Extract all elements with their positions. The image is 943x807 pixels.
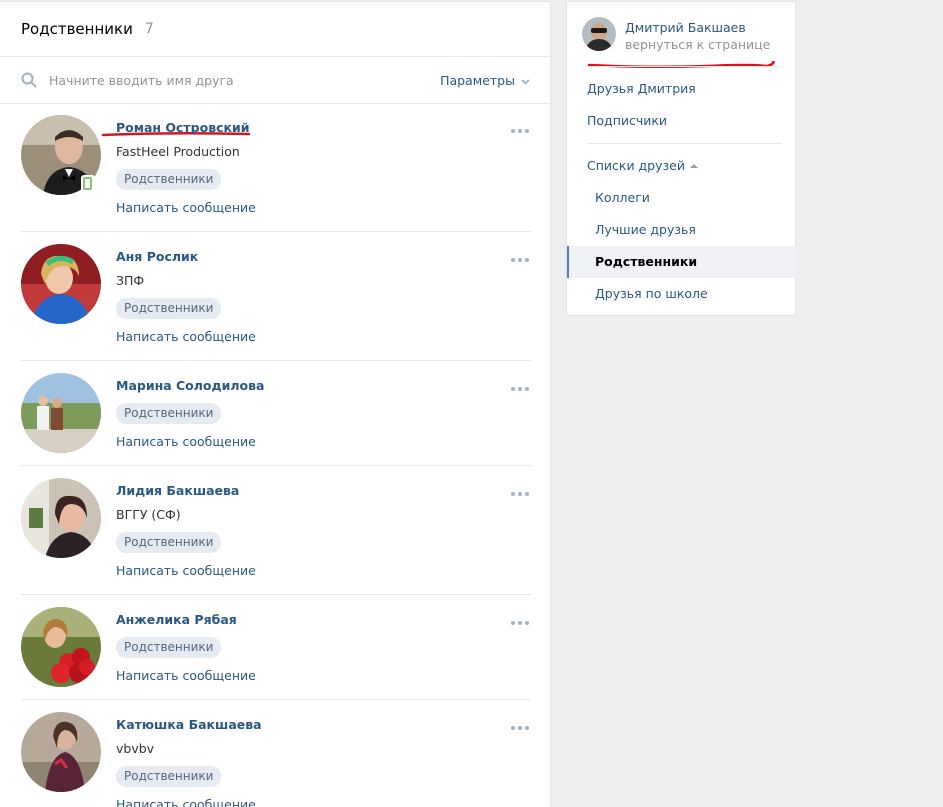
friend-lists-label: Списки друзей <box>587 158 685 173</box>
row-divider <box>21 465 531 466</box>
list-badge[interactable]: Родственники <box>116 766 222 787</box>
caret-up-icon <box>689 164 698 168</box>
more-actions-icon[interactable] <box>511 492 529 496</box>
avatar[interactable] <box>21 712 101 792</box>
friend-name[interactable]: Лидия Бакшаева <box>116 483 239 498</box>
friend-row: Роман Островский FastHeel Production Род… <box>21 115 531 232</box>
avatar[interactable] <box>21 373 101 453</box>
row-divider <box>21 699 531 700</box>
row-divider <box>21 360 531 361</box>
more-actions-icon[interactable] <box>511 258 529 262</box>
write-message-link[interactable]: Написать сообщение <box>116 329 256 344</box>
friend-subtitle: vbvbv <box>116 741 155 756</box>
sidebar-item-followers[interactable]: Подписчики <box>567 105 796 137</box>
friends-count: 7 <box>144 21 154 37</box>
owner-block[interactable]: Дмитрий Бакшаев вернуться к странице <box>582 17 782 69</box>
friend-name[interactable]: Анжелика Рябая <box>116 612 237 627</box>
more-actions-icon[interactable] <box>511 129 529 133</box>
avatar[interactable] <box>21 244 101 324</box>
friend-row: Марина Солодилова Родственники Написать … <box>21 373 531 466</box>
sidebar-list-colleagues[interactable]: Коллеги <box>567 182 796 214</box>
row-divider <box>21 231 531 232</box>
friend-lists-toggle[interactable]: Списки друзей <box>567 150 796 182</box>
panel-header: Родственники 7 <box>0 2 550 57</box>
more-actions-icon[interactable] <box>511 621 529 625</box>
search-icon <box>21 72 37 88</box>
friend-subtitle: FastHeel Production <box>116 144 240 159</box>
more-actions-icon[interactable] <box>511 726 529 730</box>
friend-name[interactable]: Марина Солодилова <box>116 378 264 393</box>
search-input[interactable] <box>49 72 349 88</box>
avatar[interactable] <box>21 607 101 687</box>
sidebar-item-friends[interactable]: Друзья Дмитрия <box>567 73 796 105</box>
friend-row: Лидия Бакшаева ВГГУ (СФ) Родственники На… <box>21 478 531 595</box>
more-actions-icon[interactable] <box>511 387 529 391</box>
sidebar-divider <box>587 66 782 67</box>
friend-row: Катюшка Бакшаева vbvbv Родственники Напи… <box>21 712 531 807</box>
friend-name[interactable]: Аня Рослик <box>116 249 198 264</box>
row-divider <box>21 594 531 595</box>
sidebar-list-school-friends[interactable]: Друзья по школе <box>567 278 796 310</box>
params-label: Параметры <box>440 72 515 88</box>
sidebar-list-relatives[interactable]: Родственники <box>567 246 796 278</box>
avatar[interactable] <box>21 478 101 558</box>
write-message-link[interactable]: Написать сообщение <box>116 200 256 215</box>
params-button[interactable]: Параметры <box>440 73 530 88</box>
sidebar-list-best-friends[interactable]: Лучшие друзья <box>567 214 796 246</box>
chevron-down-icon <box>521 73 530 88</box>
page-title: Родственники <box>21 20 133 38</box>
owner-avatar[interactable] <box>582 17 616 51</box>
list-badge[interactable]: Родственники <box>116 532 222 553</box>
write-message-link[interactable]: Написать сообщение <box>116 434 256 449</box>
sidebar-divider <box>587 143 782 144</box>
friends-sidebar: Дмитрий Бакшаев вернуться к странице Дру… <box>566 1 796 316</box>
write-message-link[interactable]: Написать сообщение <box>116 563 256 578</box>
friend-row: Анжелика Рябая Родственники Написать соо… <box>21 607 531 700</box>
mobile-online-icon <box>81 175 95 193</box>
back-to-page-link[interactable]: вернуться к странице <box>625 37 770 52</box>
friend-subtitle: ВГГУ (СФ) <box>116 507 181 522</box>
list-badge[interactable]: Родственники <box>116 637 222 658</box>
write-message-link[interactable]: Написать сообщение <box>116 668 256 683</box>
list-badge[interactable]: Родственники <box>116 403 222 424</box>
friend-subtitle: ЗПФ <box>116 273 145 288</box>
owner-name[interactable]: Дмитрий Бакшаев <box>625 20 746 35</box>
write-message-link[interactable]: Написать сообщение <box>116 797 256 807</box>
friend-name[interactable]: Катюшка Бакшаева <box>116 717 262 732</box>
friend-name[interactable]: Роман Островский <box>116 120 250 135</box>
list-badge[interactable]: Родственники <box>116 298 222 319</box>
list-badge[interactable]: Родственники <box>116 169 222 190</box>
search-bar: Параметры <box>0 57 550 104</box>
friend-row: Аня Рослик ЗПФ Родственники Написать соо… <box>21 244 531 361</box>
